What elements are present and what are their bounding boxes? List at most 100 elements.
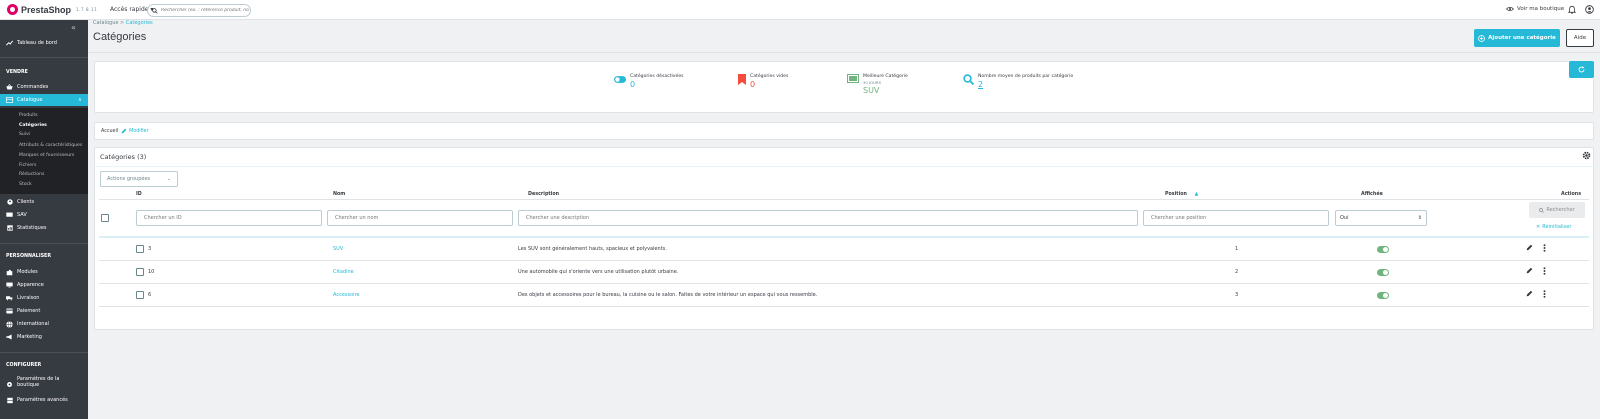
sidebar-item-appearance[interactable]: Apparence bbox=[0, 279, 88, 291]
help-button[interactable]: Aide bbox=[1566, 29, 1594, 47]
view-shop-link[interactable]: Voir ma boutique bbox=[1506, 6, 1564, 12]
gear-icon[interactable] bbox=[1582, 151, 1591, 160]
credit-card-icon bbox=[6, 308, 13, 315]
submenu-files[interactable]: Fichiers bbox=[19, 163, 36, 168]
bell-icon[interactable] bbox=[1568, 5, 1576, 14]
logo[interactable]: PrestaShop 1.7.8.11 bbox=[7, 4, 97, 15]
sidebar-item-label: Clients bbox=[17, 199, 35, 205]
displayed-toggle[interactable] bbox=[1377, 269, 1389, 276]
edit-pencil-icon[interactable] bbox=[1526, 290, 1533, 297]
section-title-sell: VENDRE bbox=[6, 70, 28, 75]
breadcrumb-current[interactable]: Catégories bbox=[126, 20, 153, 26]
filter-name-input[interactable] bbox=[327, 210, 513, 226]
submenu-stock[interactable]: Stock bbox=[19, 182, 32, 187]
cell-position: 2 bbox=[1235, 269, 1239, 275]
edit-root-link[interactable]: Modifier bbox=[121, 128, 149, 134]
sidebar-item-customers[interactable]: Clients bbox=[0, 196, 88, 208]
sidebar-item-catalog[interactable]: Catalogue ∧ bbox=[0, 94, 88, 106]
row-checkbox[interactable] bbox=[136, 268, 144, 276]
version-label: 1.7.8.11 bbox=[76, 7, 98, 12]
page-title: Catégories bbox=[93, 31, 147, 43]
submenu-tracking[interactable]: Suivi bbox=[19, 132, 30, 137]
table-row[interactable]: 10 Citadine Une automobile qui s'oriente… bbox=[99, 261, 1589, 284]
kpi-value: SUV bbox=[863, 86, 880, 95]
sidebar-item-shipping[interactable]: Livraison bbox=[0, 292, 88, 304]
kpi-label: Nombre moyen de produits par catégorie bbox=[978, 74, 1074, 79]
submenu-categories[interactable]: Catégories bbox=[19, 123, 47, 128]
search-input[interactable] bbox=[160, 8, 250, 13]
kpi-disabled-categories[interactable]: Catégories désactivées 0 bbox=[614, 74, 684, 89]
column-header-displayed[interactable]: Affichée bbox=[1361, 192, 1383, 197]
sidebar-item-label: Modules bbox=[17, 269, 38, 275]
search-button[interactable]: Rechercher bbox=[1529, 202, 1585, 218]
bulk-actions-dropdown[interactable]: Actions groupées ⌄ bbox=[100, 171, 178, 187]
add-category-button[interactable]: Ajouter une catégorie bbox=[1474, 29, 1560, 47]
filter-id-input[interactable] bbox=[136, 210, 322, 226]
filter-position-input[interactable] bbox=[1143, 210, 1329, 226]
displayed-toggle[interactable] bbox=[1377, 246, 1389, 253]
column-header-description[interactable]: Description bbox=[528, 192, 559, 197]
sidebar-item-international[interactable]: International bbox=[0, 318, 88, 330]
table-row[interactable]: 3 SUV Les SUV sont généralement hauts, s… bbox=[99, 238, 1589, 261]
displayed-toggle[interactable] bbox=[1377, 292, 1389, 299]
collapse-sidebar-icon[interactable]: « bbox=[71, 23, 76, 32]
sidebar-item-orders[interactable]: Commandes bbox=[0, 81, 88, 93]
column-header-id[interactable]: ID bbox=[136, 192, 142, 197]
sidebar-divider bbox=[0, 352, 88, 353]
more-vertical-icon[interactable] bbox=[1543, 290, 1546, 298]
submenu-brands[interactable]: Marques et fournisseurs bbox=[19, 153, 74, 158]
top-header: PrestaShop 1.7.8.11 Accès rapide ▾ Voir … bbox=[0, 0, 1600, 20]
sidebar-item-payment[interactable]: Paiement bbox=[0, 305, 88, 317]
sidebar-item-label: Apparence bbox=[17, 282, 44, 288]
cell-id: 3 bbox=[148, 246, 152, 252]
search-bar[interactable] bbox=[147, 4, 251, 17]
sidebar-item-stats[interactable]: Statistiques bbox=[0, 222, 88, 234]
sidebar-item-marketing[interactable]: Marketing bbox=[0, 331, 88, 343]
kpi-average-products[interactable]: Nombre moyen de produits par catégorie 2 bbox=[963, 74, 1073, 89]
kpi-best-category[interactable]: Meilleure Catégorie 30 JOURS SUV bbox=[847, 74, 908, 95]
submenu-products[interactable]: Produits bbox=[19, 113, 38, 118]
submenu-discounts[interactable]: Réductions bbox=[19, 172, 44, 177]
kpi-label: Catégories désactivées bbox=[630, 74, 684, 79]
submenu-attributes[interactable]: Attributs & caractéristiques bbox=[19, 143, 82, 148]
more-vertical-icon[interactable] bbox=[1543, 267, 1546, 275]
kpi-value: 0 bbox=[750, 80, 756, 89]
brand-name: PrestaShop bbox=[21, 4, 72, 15]
sidebar-item-modules[interactable]: Modules bbox=[0, 266, 88, 278]
select-all-checkbox[interactable] bbox=[101, 214, 109, 222]
column-header-name[interactable]: Nom bbox=[333, 192, 345, 197]
reset-label: Réinitialiser bbox=[1542, 224, 1572, 230]
truck-icon bbox=[6, 295, 13, 302]
column-header-position[interactable]: Position ▲ bbox=[1165, 192, 1198, 197]
cell-name[interactable]: SUV bbox=[333, 246, 343, 252]
sort-ascending-icon: ▲ bbox=[1194, 192, 1199, 197]
cell-name[interactable]: Citadine bbox=[333, 269, 354, 275]
filter-displayed-select[interactable]: Oui ⇕ bbox=[1335, 210, 1427, 226]
user-account-icon[interactable] bbox=[1585, 5, 1594, 14]
breadcrumb-parent[interactable]: Catalogue bbox=[93, 20, 118, 26]
kpi-label: Catégories vides bbox=[750, 74, 789, 79]
edit-pencil-icon[interactable] bbox=[1526, 267, 1533, 274]
cell-description: Une automobile qui s'oriente vers une ut… bbox=[518, 269, 679, 275]
sidebar-item-dashboard[interactable]: Tableau de bord bbox=[0, 36, 88, 50]
row-checkbox[interactable] bbox=[136, 291, 144, 299]
more-vertical-icon[interactable] bbox=[1543, 244, 1546, 252]
cell-name[interactable]: Accessoire bbox=[333, 292, 360, 298]
kpi-period: 30 JOURS bbox=[863, 80, 881, 85]
sidebar-item-advanced-parameters[interactable]: Paramètres avancés bbox=[0, 394, 88, 406]
table-row[interactable]: 6 Accessoire Des objets et accessoires p… bbox=[99, 284, 1589, 307]
sidebar-item-shop-parameters[interactable]: Paramètres de la boutique bbox=[0, 376, 88, 394]
sidebar-item-sav[interactable]: SAV bbox=[0, 209, 88, 221]
row-checkbox[interactable] bbox=[136, 245, 144, 253]
kpi-panel: Catégories désactivées 0 Catégories vide… bbox=[94, 61, 1594, 113]
select-arrows-icon: ⇕ bbox=[1417, 215, 1422, 221]
user-circle-icon bbox=[6, 199, 13, 206]
reset-filters-button[interactable]: ✕ Réinitialiser bbox=[1536, 224, 1571, 230]
edit-pencil-icon[interactable] bbox=[1526, 244, 1533, 251]
crumb-home[interactable]: Accueil bbox=[101, 129, 118, 134]
kpi-empty-categories[interactable]: Catégories vides 0 bbox=[738, 74, 788, 89]
filter-description-input[interactable] bbox=[518, 210, 1138, 226]
bookmark-icon bbox=[738, 74, 746, 85]
refresh-kpi-button[interactable] bbox=[1569, 61, 1594, 78]
column-header-label: Position bbox=[1165, 192, 1187, 197]
